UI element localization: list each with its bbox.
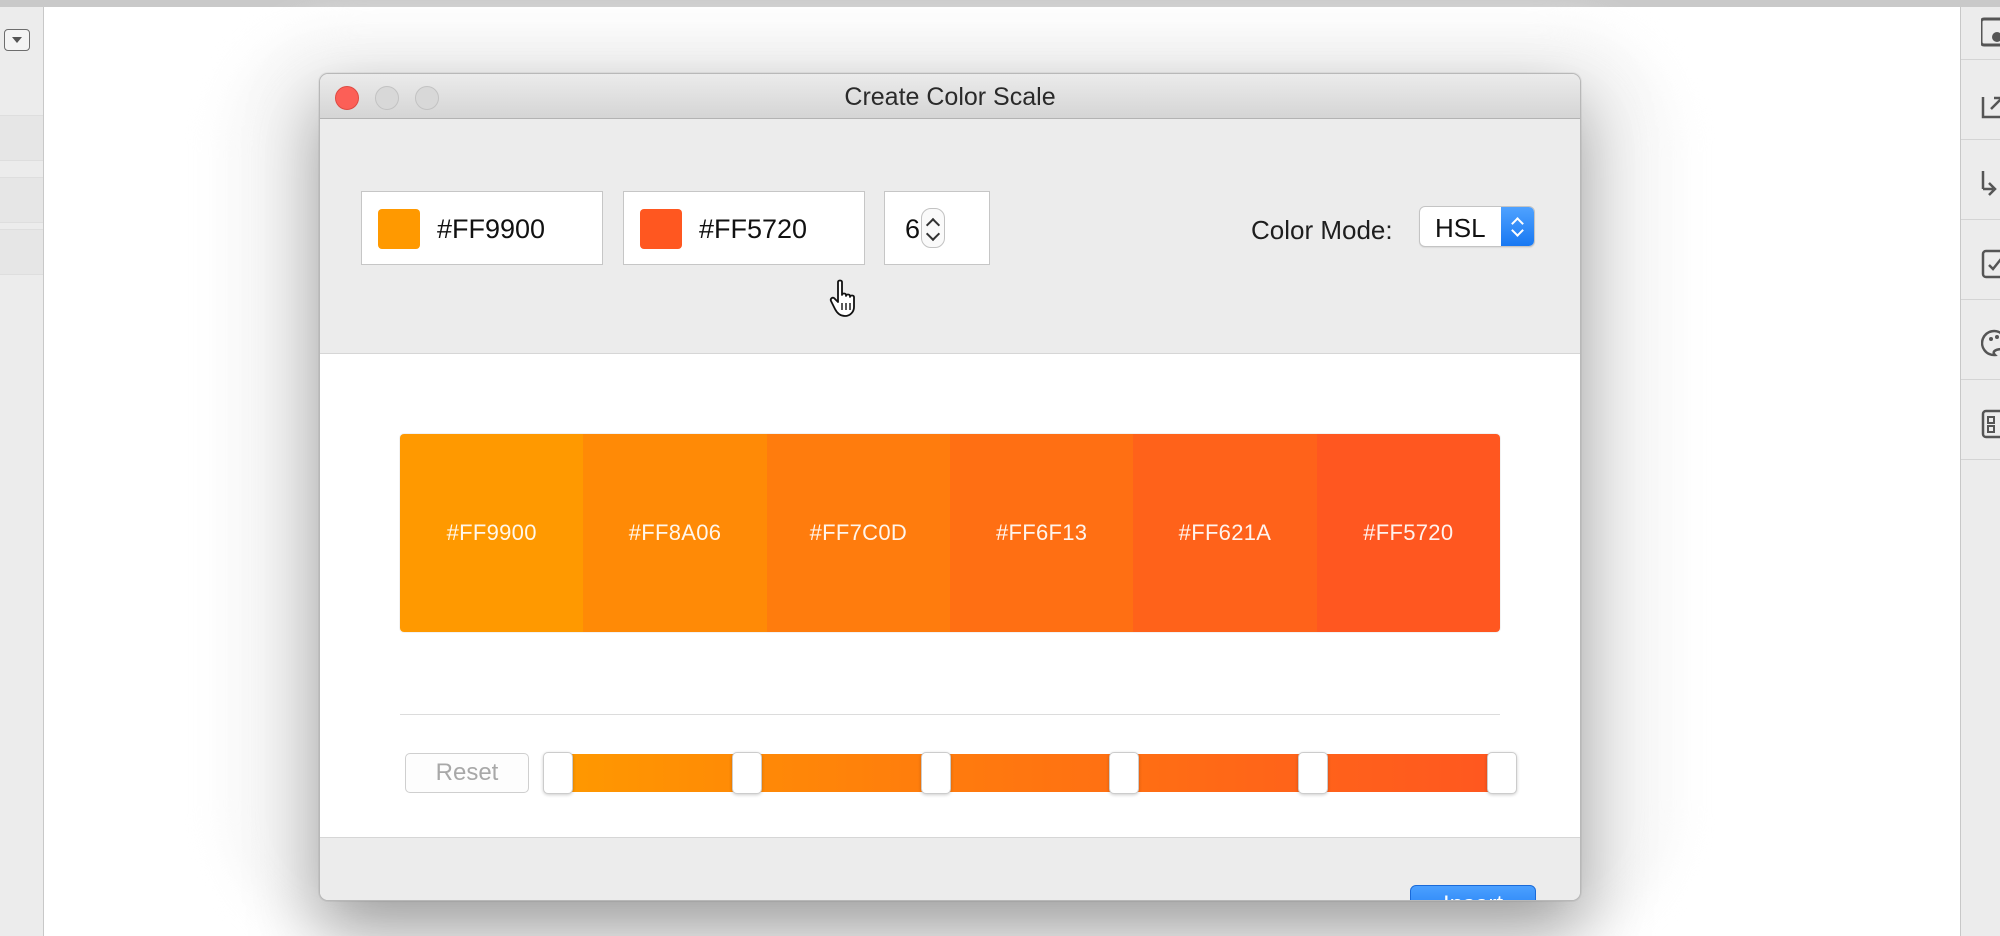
left-sidebar xyxy=(0,7,44,936)
scale-swatch: #FF9900 xyxy=(400,434,584,632)
steps-field[interactable]: 6 xyxy=(884,191,990,265)
dialog-footer xyxy=(320,838,1580,900)
scale-swatch-label: #FF8A06 xyxy=(628,520,722,545)
end-color-text[interactable]: #FF5720 xyxy=(699,214,807,245)
slider-gradient-bar xyxy=(558,754,1502,792)
color-scale-preview: #FF9900 #FF8A06 #FF7C0D #FF6F13 #FF621A #FF57… xyxy=(400,434,1500,632)
right-toolbar xyxy=(1960,7,2000,936)
end-color-field[interactable]: #FF5720 xyxy=(623,191,865,265)
scale-swatch-label: #FF621A xyxy=(1178,520,1272,545)
scale-swatch-label: #FF7C0D xyxy=(809,520,908,545)
export-icon[interactable] xyxy=(1981,89,2000,121)
link-icon[interactable] xyxy=(1981,167,2000,199)
scale-swatch: #FF7C0D xyxy=(766,434,950,632)
document-icon[interactable] xyxy=(1981,15,2000,47)
scale-swatch-label: #FF5720 xyxy=(1363,520,1454,545)
sidebar-row[interactable] xyxy=(0,229,43,275)
app-top-border xyxy=(0,0,2000,7)
checklist-icon[interactable] xyxy=(1981,247,2000,279)
start-color-text[interactable]: #FF9900 xyxy=(437,214,545,245)
scale-swatch: #FF8A06 xyxy=(583,434,767,632)
color-stop-handle[interactable] xyxy=(543,752,573,794)
sidebar-row[interactable] xyxy=(0,177,43,223)
palette-icon[interactable] xyxy=(1981,327,2000,359)
sidebar-dropdown-icon[interactable] xyxy=(4,29,30,51)
select-arrows-icon[interactable] xyxy=(1501,207,1534,246)
scale-swatch-label: #FF6F13 xyxy=(995,520,1088,545)
sidebar-row[interactable] xyxy=(0,115,43,161)
steps-stepper[interactable] xyxy=(921,208,945,248)
color-stop-handle[interactable] xyxy=(1298,752,1329,794)
scale-swatch: #FF621A xyxy=(1133,434,1317,632)
color-mode-label: Color Mode: xyxy=(1251,215,1393,245)
color-stop-handle[interactable] xyxy=(1109,752,1140,794)
preview-panel: #FF9900 #FF8A06 #FF7C0D #FF6F13 #FF621A #FF57… xyxy=(320,354,1580,838)
hand-pointer-icon xyxy=(829,279,855,317)
end-color-swatch[interactable] xyxy=(640,209,682,249)
divider xyxy=(400,714,1500,715)
reset-button[interactable]: Reset xyxy=(405,753,529,793)
start-color-swatch[interactable] xyxy=(378,209,420,249)
color-mode-select[interactable]: HSL xyxy=(1419,206,1535,247)
create-color-scale-dialog: Create Color Scale #FF9900 #FF5720 6 Col… xyxy=(319,73,1581,901)
insert-button[interactable]: Insert xyxy=(1410,885,1536,900)
scale-swatch: #FF5720 xyxy=(1316,434,1500,632)
stepper-down-icon[interactable] xyxy=(925,226,941,242)
color-stop-handle[interactable] xyxy=(1487,752,1517,794)
start-color-field[interactable]: #FF9900 xyxy=(361,191,603,265)
color-mode-value[interactable]: HSL xyxy=(1435,213,1486,244)
dialog-title: Create Color Scale xyxy=(844,83,1056,111)
scale-swatch: #FF6F13 xyxy=(949,434,1134,632)
layout-icon[interactable] xyxy=(1981,407,2000,439)
title-bar[interactable]: Create Color Scale xyxy=(320,74,1580,119)
color-stop-handle[interactable] xyxy=(920,752,951,794)
steps-value[interactable]: 6 xyxy=(905,214,920,245)
color-stops-slider[interactable] xyxy=(543,752,1517,794)
color-stop-handle[interactable] xyxy=(731,752,762,794)
scale-swatch-label: #FF9900 xyxy=(446,520,537,545)
